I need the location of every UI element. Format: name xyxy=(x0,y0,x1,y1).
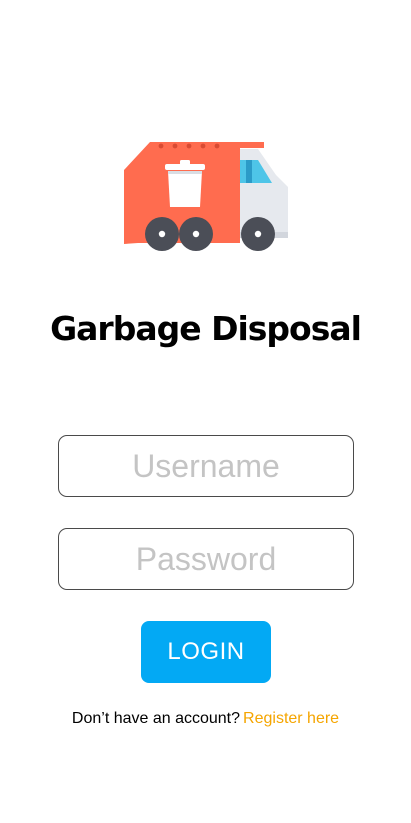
wheel-rear-1 xyxy=(145,217,179,251)
app-title: Garbage Disposal xyxy=(50,309,362,348)
register-link[interactable]: Register here xyxy=(243,710,339,727)
trash-can-icon xyxy=(165,160,205,207)
username-input[interactable] xyxy=(58,435,354,497)
login-button[interactable]: LOGIN xyxy=(141,621,271,683)
garbage-truck-icon xyxy=(124,142,288,251)
register-prompt: Don’t have an account? xyxy=(71,710,241,727)
password-input[interactable] xyxy=(58,528,354,590)
register-row: Don’t have an account? Register here xyxy=(0,708,411,730)
truck-window-reflection xyxy=(246,160,252,183)
wheel-rear-2 xyxy=(179,217,213,251)
wheel-front xyxy=(241,217,275,251)
